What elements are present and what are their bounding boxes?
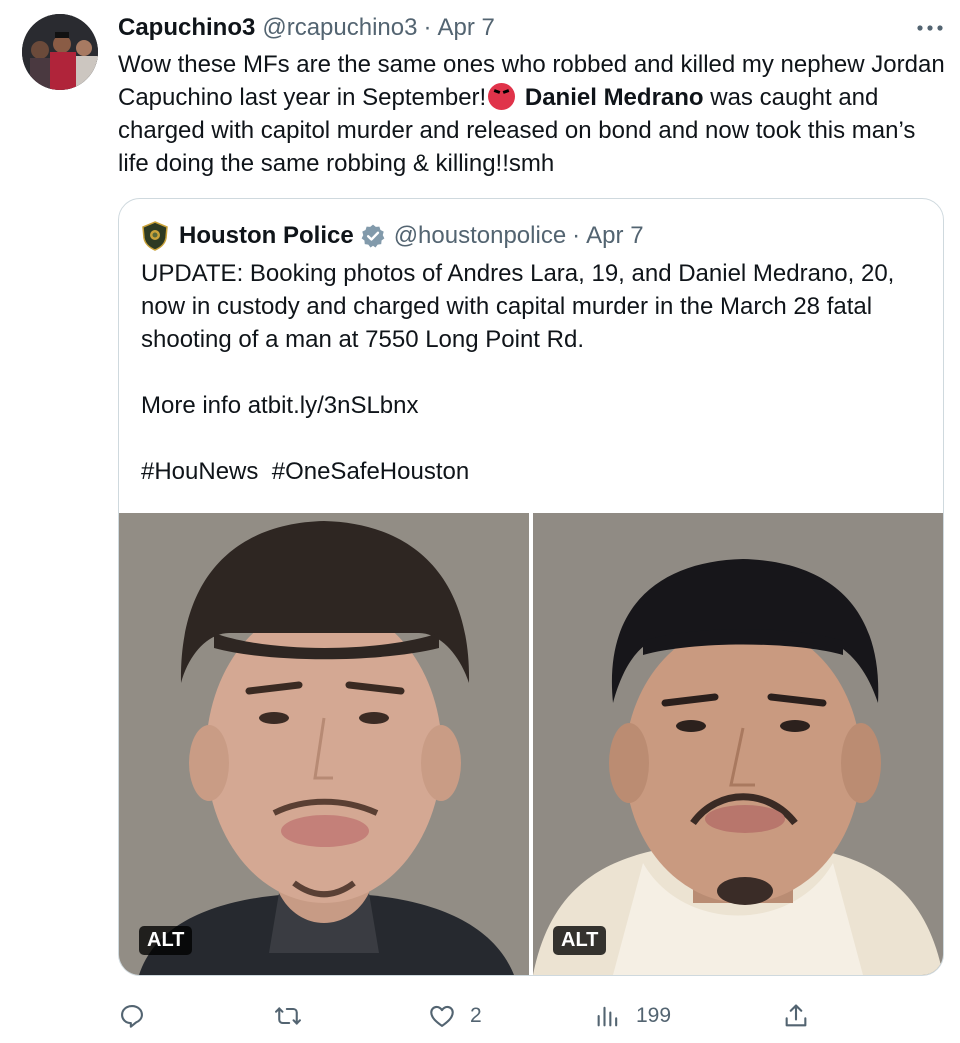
views-icon bbox=[597, 1006, 618, 1027]
verified-badge-icon bbox=[361, 224, 385, 248]
quoted-separator-dot: · bbox=[572, 222, 581, 249]
quoted-tweet-header: Houston Police @houstonpolice · Apr 7 bbox=[141, 219, 644, 253]
alt-badge[interactable]: ALT bbox=[553, 926, 607, 955]
quoted-timestamp[interactable]: Apr 7 bbox=[586, 222, 643, 250]
retweet-icon bbox=[275, 1007, 301, 1025]
reply-icon bbox=[121, 1005, 143, 1028]
quoted-tweet[interactable]: Houston Police @houstonpolice · Apr 7 UP… bbox=[118, 198, 944, 976]
tweet-timestamp[interactable]: Apr 7 bbox=[437, 14, 494, 42]
author-name[interactable]: Capuchino3 bbox=[118, 14, 255, 42]
cursing-face-icon bbox=[488, 83, 516, 130]
tweet-text: Wow these MFs are the same ones who robb… bbox=[118, 48, 950, 180]
reply-button[interactable] bbox=[118, 996, 160, 1036]
tweet-text-bold: Daniel Medrano bbox=[524, 84, 704, 111]
quoted-author-handle[interactable]: @houstonpolice bbox=[394, 222, 566, 250]
tweet-header: Capuchino3 @rcapuchino3 · Apr 7 bbox=[118, 12, 495, 44]
like-button[interactable]: 2 bbox=[428, 996, 482, 1036]
like-count: 2 bbox=[470, 1004, 482, 1027]
quoted-tweet-text: UPDATE: Booking photos of Andres Lara, 1… bbox=[141, 260, 895, 485]
alt-badge[interactable]: ALT bbox=[139, 926, 193, 955]
tweet[interactable]: Capuchino3 @rcapuchino3 · Apr 7 Wow thes… bbox=[0, 0, 960, 1043]
avatar[interactable] bbox=[22, 14, 98, 90]
booking-photo-left[interactable]: ALT bbox=[119, 513, 529, 975]
action-bar: 2 199 bbox=[118, 996, 818, 1036]
share-button[interactable] bbox=[782, 996, 810, 1036]
more-icon[interactable] bbox=[912, 14, 948, 42]
like-icon bbox=[430, 1005, 454, 1027]
houston-police-badge-icon bbox=[142, 221, 168, 251]
views-button[interactable]: 199 bbox=[594, 996, 671, 1036]
booking-photo-right[interactable]: ALT bbox=[533, 513, 943, 975]
author-handle[interactable]: @rcapuchino3 bbox=[262, 14, 417, 42]
views-count: 199 bbox=[636, 1004, 672, 1027]
retweet-button[interactable] bbox=[274, 996, 316, 1036]
photo-grid: ALT ALT bbox=[119, 513, 943, 975]
separator-dot: · bbox=[423, 14, 432, 41]
share-icon bbox=[785, 1004, 807, 1027]
quoted-author-name[interactable]: Houston Police bbox=[179, 222, 354, 250]
